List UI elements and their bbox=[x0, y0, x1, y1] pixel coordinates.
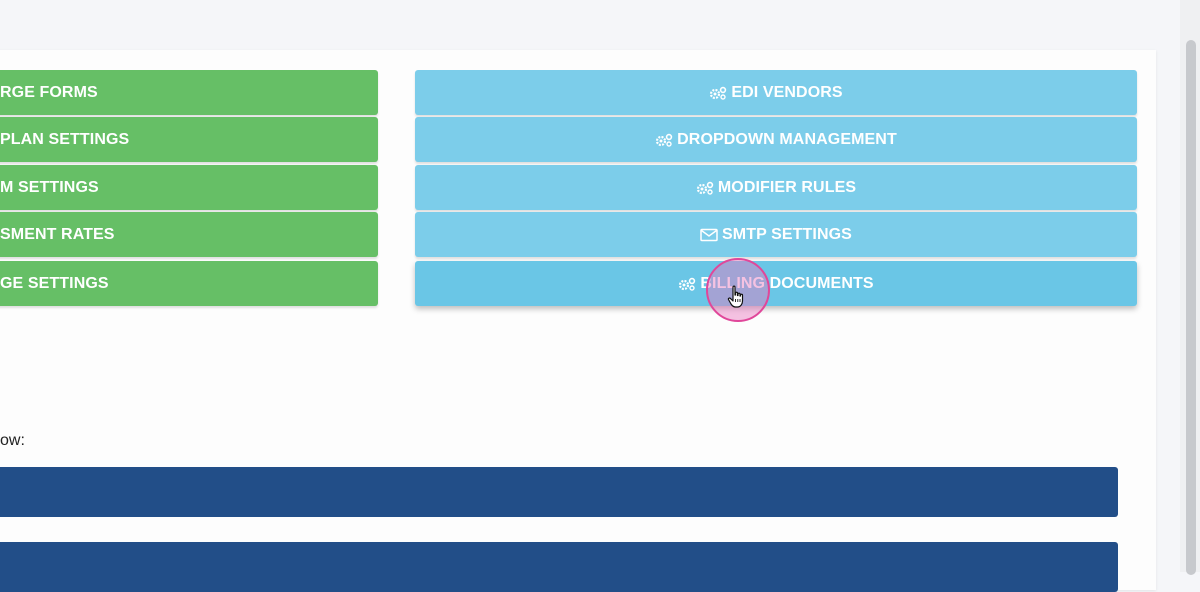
cogs-icon bbox=[696, 181, 714, 195]
dropdown-management-button[interactable]: DROPDOWN MANAGEMENT bbox=[415, 117, 1137, 162]
edi-vendors-button[interactable]: EDI VENDORS bbox=[415, 70, 1137, 115]
ge-settings-button[interactable]: GE SETTINGS bbox=[0, 261, 378, 306]
collapsible-section-header[interactable] bbox=[0, 467, 1118, 517]
button-label: DROPDOWN MANAGEMENT bbox=[677, 130, 897, 148]
modifier-rules-button[interactable]: MODIFIER RULES bbox=[415, 165, 1137, 210]
m-settings-button[interactable]: M SETTINGS bbox=[0, 165, 378, 210]
button-label: RGE FORMS bbox=[0, 83, 98, 101]
button-label: SMENT RATES bbox=[0, 225, 115, 243]
section-caption: ow: bbox=[0, 432, 25, 449]
collapsible-section-header[interactable] bbox=[0, 542, 1118, 592]
cogs-icon bbox=[678, 277, 696, 291]
cogs-icon bbox=[655, 133, 673, 147]
billing-documents-button[interactable]: BILLING DOCUMENTS bbox=[415, 261, 1137, 306]
charge-forms-button[interactable]: RGE FORMS bbox=[0, 70, 378, 115]
assessment-rates-button[interactable]: SMENT RATES bbox=[0, 212, 378, 257]
hand-cursor-icon bbox=[727, 285, 744, 308]
plan-settings-button[interactable]: PLAN SETTINGS bbox=[0, 117, 378, 162]
smtp-settings-button[interactable]: SMTP SETTINGS bbox=[415, 212, 1137, 257]
envelope-icon bbox=[700, 228, 718, 242]
scrollbar-thumb[interactable] bbox=[1186, 40, 1196, 575]
button-label: M SETTINGS bbox=[0, 178, 99, 196]
button-label: MODIFIER RULES bbox=[717, 178, 857, 196]
cogs-icon bbox=[709, 86, 727, 100]
button-label: EDI VENDORS bbox=[731, 83, 843, 101]
button-label: SMTP SETTINGS bbox=[722, 225, 852, 243]
button-label: GE SETTINGS bbox=[0, 274, 109, 292]
button-label: PLAN SETTINGS bbox=[0, 130, 130, 148]
